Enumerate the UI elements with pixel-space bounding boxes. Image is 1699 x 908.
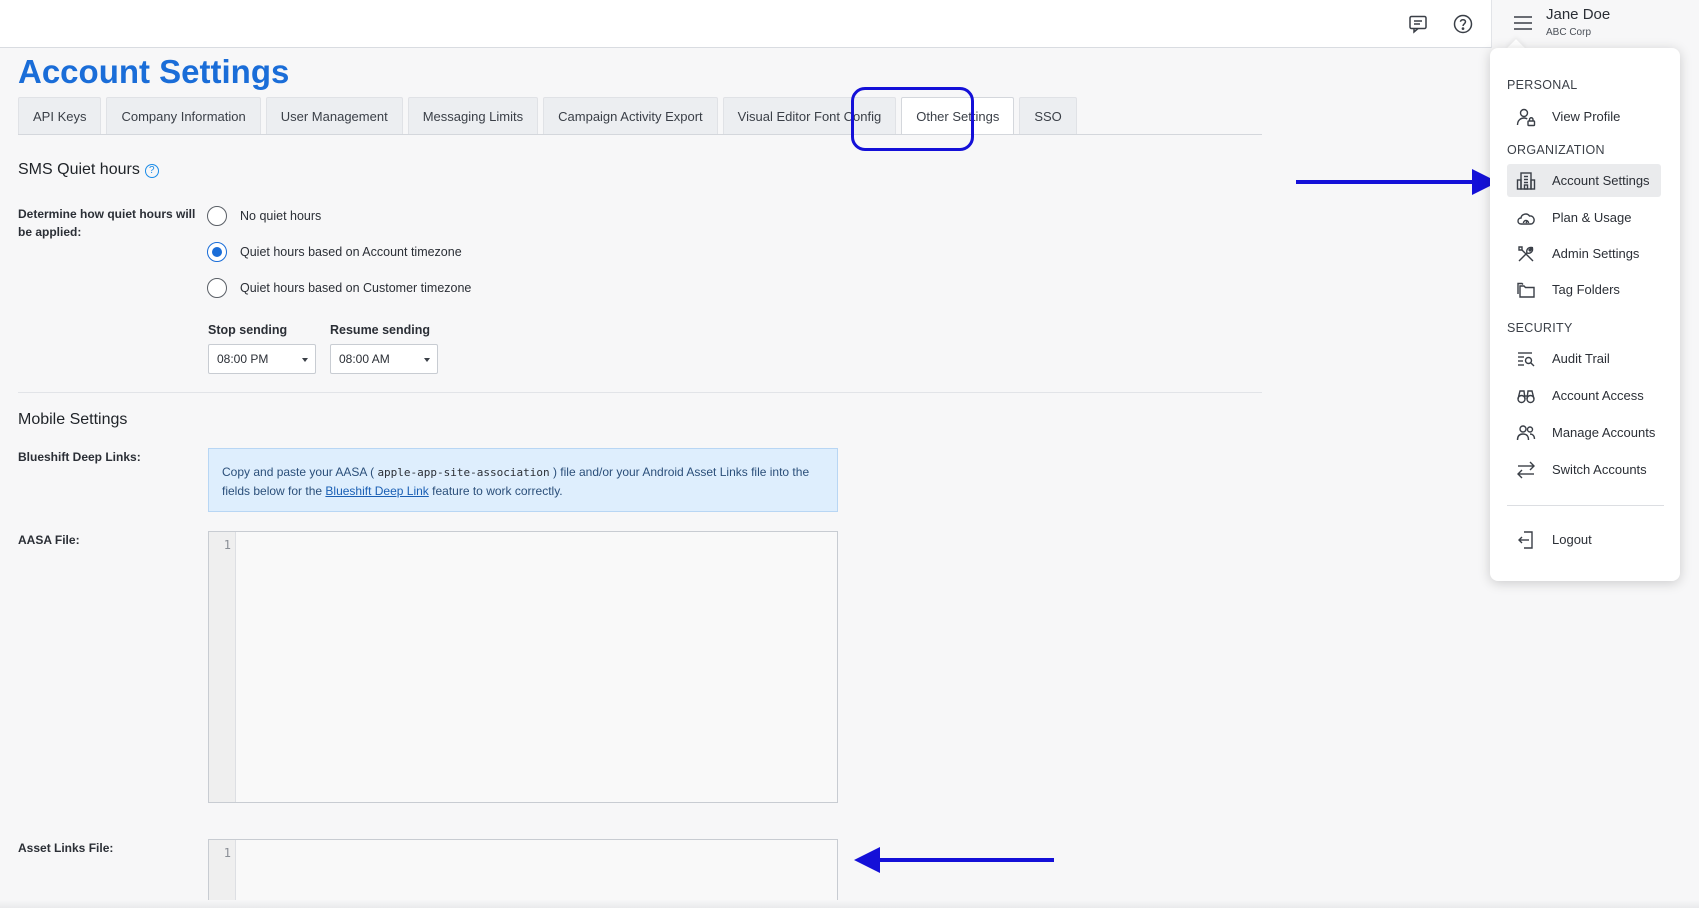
resume-sending-value: 08:00 AM [339,352,390,366]
switch-arrows-icon [1515,459,1537,481]
bottom-edge [0,900,1699,908]
line-number-gutter: 1 [209,532,236,802]
menu-item-tag-folders[interactable]: Tag Folders [1507,273,1661,306]
asset-links-file-editor[interactable]: 1 [208,839,838,908]
tab-sso[interactable]: SSO [1019,97,1077,135]
aasa-file-label: AASA File: [18,533,80,547]
menu-item-manage-accounts[interactable]: Manage Accounts [1507,416,1661,449]
caret-down-icon [424,358,430,362]
radio-button[interactable] [207,278,227,298]
radio-label: No quiet hours [240,209,322,223]
caret-down-icon [302,358,308,362]
deep-links-label: Blueshift Deep Links: [18,450,141,464]
page-title: Account Settings [18,53,290,90]
tab-user-management[interactable]: User Management [265,97,403,135]
tab-company-information[interactable]: Company Information [106,97,261,135]
help-icon[interactable]: ? [144,163,159,178]
menu-item-label: Switch Accounts [1552,462,1647,477]
blueshift-deep-link[interactable]: Blueshift Deep Link [325,484,428,498]
menu-section-organization: ORGANIZATION [1507,143,1605,157]
menu-item-label: Logout [1552,532,1592,547]
cloud-speedometer-icon [1515,207,1537,229]
annotation-arrow-head [854,847,880,873]
line-number-gutter: 1 [209,840,236,908]
tab-other-settings[interactable]: Other Settings [901,97,1015,135]
resume-sending-label: Resume sending [330,323,431,337]
logout-icon [1515,529,1537,551]
user-menu-toggle[interactable]: Jane Doe ABC Corp [1491,0,1699,48]
folders-icon [1515,279,1537,301]
stop-sending-select[interactable]: 08:00 PM [208,344,316,374]
menu-item-label: Account Access [1552,388,1644,403]
annotation-arrow-left [878,858,1054,862]
radio-button[interactable] [207,206,227,226]
tab-messaging-limits[interactable]: Messaging Limits [407,97,539,135]
tab-underline [18,134,1262,135]
menu-item-label: Tag Folders [1552,282,1620,297]
building-icon [1515,170,1537,192]
tab-visual-editor-font-config[interactable]: Visual Editor Font Config [722,97,897,135]
menu-item-label: Account Settings [1552,173,1650,188]
radio-label: Quiet hours based on Account timezone [240,245,462,259]
user-lock-icon [1515,106,1537,128]
menu-item-label: View Profile [1552,109,1621,124]
menu-item-account-settings[interactable]: Account Settings [1507,164,1661,197]
tools-icon [1515,243,1537,265]
mobile-settings-title: Mobile Settings [18,411,128,428]
radio-label: Quiet hours based on Customer timezone [240,281,472,295]
info-code: apple-app-site-association [377,466,550,479]
determine-label: Determine how quiet hours will be applie… [18,207,196,239]
sms-quiet-hours-title: SMS Quiet hours? [18,161,159,179]
chat-icon[interactable] [1406,12,1430,36]
menu-divider [1507,505,1664,506]
stop-sending-value: 08:00 PM [217,352,269,366]
help-circle-icon[interactable] [1451,12,1475,36]
radio-account-timezone[interactable]: Quiet hours based on Account timezone [207,242,462,262]
list-search-icon [1515,348,1537,370]
menu-item-audit-trail[interactable]: Audit Trail [1507,342,1661,375]
user-org: ABC Corp [1546,27,1592,38]
section-divider [18,392,1262,393]
info-text-prefix: Copy and paste your AASA ( [222,465,375,479]
menu-item-logout[interactable]: Logout [1507,523,1661,556]
annotation-arrow-right [1296,180,1474,184]
radio-button[interactable] [207,242,227,262]
menu-item-plan-usage[interactable]: Plan & Usage [1507,201,1661,234]
radio-customer-timezone[interactable]: Quiet hours based on Customer timezone [207,278,471,298]
account-menu: PERSONAL View Profile ORGANIZATION Accou… [1490,48,1680,581]
stop-sending-label: Stop sending [208,323,288,337]
menu-item-account-access[interactable]: Account Access [1507,379,1661,412]
users-icon [1515,422,1537,444]
resume-sending-select[interactable]: 08:00 AM [330,344,438,374]
menu-section-security: SECURITY [1507,321,1573,335]
radio-no-quiet-hours[interactable]: No quiet hours [207,206,321,226]
hamburger-menu-icon[interactable] [1512,12,1536,36]
menu-item-label: Audit Trail [1552,351,1610,366]
menu-item-view-profile[interactable]: View Profile [1507,100,1661,133]
info-text-suffix: feature to work correctly. [432,484,563,498]
settings-tabs: API Keys Company Information User Manage… [18,97,1082,135]
top-bar: Jane Doe ABC Corp [0,0,1699,48]
menu-item-switch-accounts[interactable]: Switch Accounts [1507,453,1661,486]
sms-quiet-hours-label: SMS Quiet hours [18,161,140,178]
menu-item-admin-settings[interactable]: Admin Settings [1507,237,1661,270]
tab-api-keys[interactable]: API Keys [18,97,102,135]
user-name: Jane Doe [1546,6,1611,23]
menu-item-label: Plan & Usage [1552,210,1632,225]
menu-item-label: Admin Settings [1552,246,1640,261]
tab-campaign-activity-export[interactable]: Campaign Activity Export [543,97,718,135]
menu-item-label: Manage Accounts [1552,425,1656,440]
menu-section-personal: PERSONAL [1507,78,1578,92]
binoculars-icon [1515,385,1537,407]
asset-links-file-label: Asset Links File: [18,841,114,855]
aasa-file-editor[interactable]: 1 [208,531,838,803]
deep-links-info-box: Copy and paste your AASA ( apple-app-sit… [208,448,838,512]
